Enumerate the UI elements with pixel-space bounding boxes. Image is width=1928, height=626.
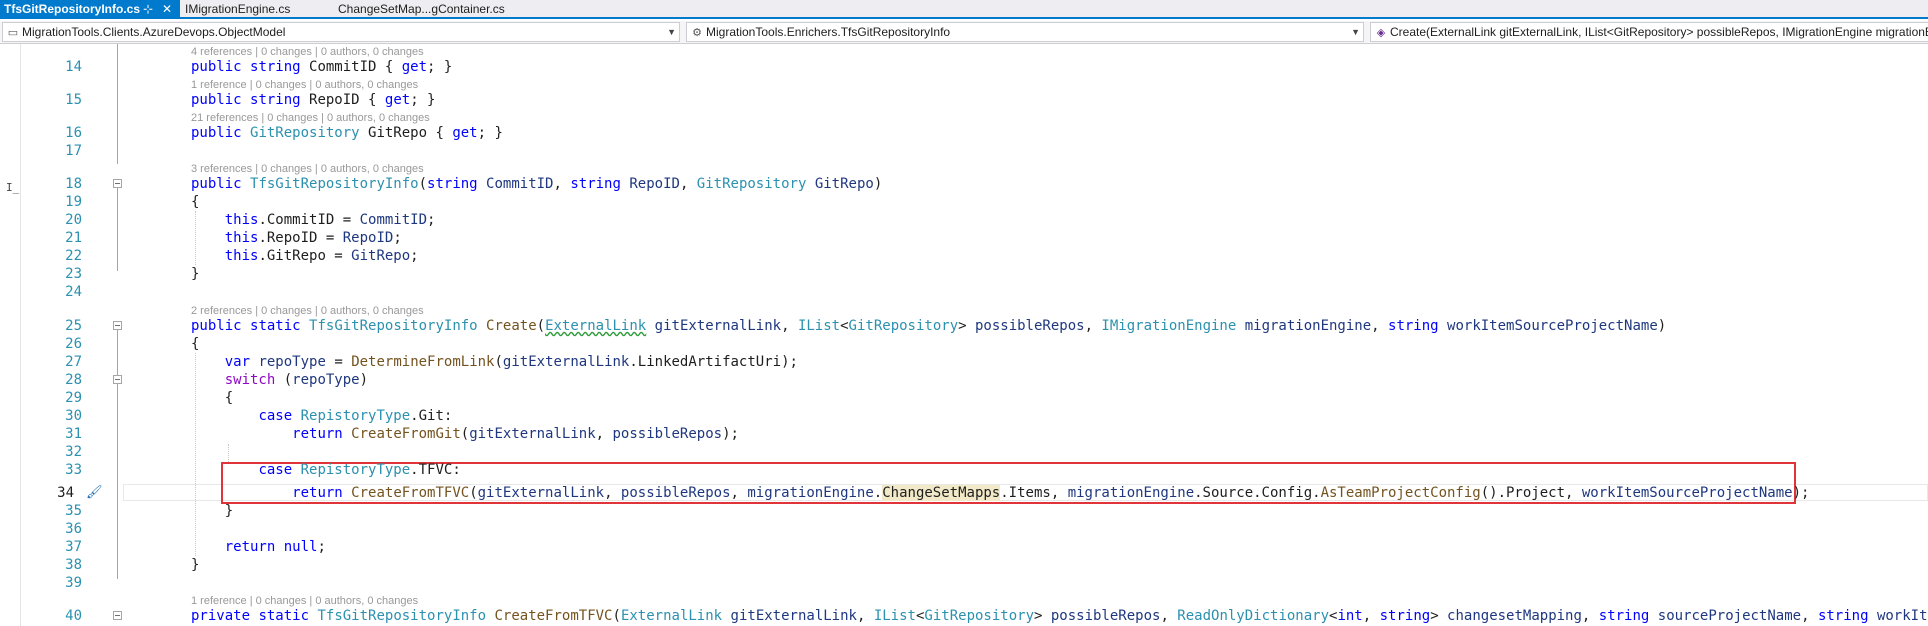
- line-number: 29: [65, 390, 82, 406]
- line-number: 21: [65, 230, 82, 246]
- line-number: 17: [65, 143, 82, 159]
- outline-line: [117, 384, 118, 579]
- line-number: 37: [65, 539, 82, 555]
- tab-changesetmappingcontainer[interactable]: ChangeSetMap...gContainer.cs: [334, 0, 544, 19]
- document-tab-bar: TfsGitRepositoryInfo.cs ⊹ ✕ IMigrationEn…: [0, 0, 1928, 19]
- member-dropdown[interactable]: ◈ Create(ExternalLink gitExternalLink, IL…: [1370, 22, 1928, 42]
- code-line-27: var repoType = DetermineFromLink(gitExte…: [224, 354, 798, 370]
- outline-line: [117, 330, 118, 380]
- collapse-toggle[interactable]: [113, 321, 122, 330]
- codelens[interactable]: 1 reference | 0 changes | 0 authors, 0 c…: [191, 78, 418, 92]
- line-number: 33: [65, 462, 82, 478]
- code-line-34: return CreateFromTFVC(gitExternalLink, p…: [292, 485, 1810, 501]
- line-number: 18: [65, 176, 82, 192]
- code-line-26: {: [191, 336, 200, 352]
- chevron-down-icon: ▼: [1351, 27, 1360, 37]
- codelens[interactable]: 21 references | 0 changes | 0 authors, 0…: [191, 111, 430, 125]
- tab-label: ChangeSetMap...gContainer.cs: [338, 2, 505, 16]
- code-line-18: public TfsGitRepositoryInfo(string Commi…: [191, 176, 883, 192]
- highlighted-symbol: ChangeSetMapps: [882, 485, 1001, 501]
- codelens[interactable]: 2 references | 0 changes | 0 authors, 0 …: [191, 304, 424, 318]
- line-number: 15: [65, 92, 82, 108]
- project-dropdown[interactable]: ▭ MigrationTools.Clients.AzureDevops.Obje…: [2, 22, 680, 42]
- collapse-toggle[interactable]: [113, 179, 122, 188]
- tab-label: TfsGitRepositoryInfo.cs: [4, 2, 141, 16]
- line-number: 26: [65, 336, 82, 352]
- codelens[interactable]: 4 references | 0 changes | 0 authors, 0 …: [191, 45, 424, 59]
- line-number: 35: [65, 503, 82, 519]
- code-line-35: }: [191, 503, 234, 519]
- code-line-25: public static TfsGitRepositoryInfo Creat…: [191, 318, 1667, 334]
- line-number: 39: [65, 575, 82, 591]
- line-number: 14: [65, 59, 82, 75]
- line-number: 27: [65, 354, 82, 370]
- type-dropdown[interactable]: ⚙ MigrationTools.Enrichers.TfsGitReposito…: [686, 22, 1364, 42]
- code-line-14: public string CommitID { get; }: [191, 59, 453, 75]
- code-editor[interactable]: I̲ 14 15 16 17 18 19 20 21 22 23 24 25 2…: [0, 44, 1928, 626]
- close-icon[interactable]: ✕: [162, 0, 172, 19]
- line-number: 31: [65, 426, 82, 442]
- line-number: 32: [65, 444, 82, 460]
- line-number: 28: [65, 372, 82, 388]
- navigation-bar: ▭ MigrationTools.Clients.AzureDevops.Obje…: [0, 21, 1928, 44]
- tab-imigrationengine[interactable]: IMigrationEngine.cs: [180, 0, 330, 19]
- code-line-20: this.CommitID = CommitID;: [224, 212, 436, 228]
- code-line-16: public GitRepository GitRepo { get; }: [191, 125, 503, 141]
- code-line-23: }: [191, 266, 200, 282]
- line-number: 24: [65, 284, 82, 300]
- text-caret-icon: I̲: [6, 181, 20, 194]
- code-line-30: case RepistoryType.Git:: [258, 408, 453, 424]
- code-line-28: switch (repoType): [224, 372, 369, 388]
- line-number: 38: [65, 557, 82, 573]
- code-line-19: {: [191, 194, 200, 210]
- code-line-37: return null;: [224, 539, 326, 555]
- line-number: 30: [65, 408, 82, 424]
- type-label: MigrationTools.Enrichers.TfsGitRepositor…: [706, 25, 951, 39]
- code-line-38: }: [191, 557, 200, 573]
- class-icon: ⚙: [692, 27, 702, 39]
- line-number: 22: [65, 248, 82, 264]
- outline-line: [117, 44, 118, 164]
- project-label: MigrationTools.Clients.AzureDevops.Objec…: [22, 25, 286, 39]
- indicator-margin: [0, 44, 21, 626]
- line-number: 23: [65, 266, 82, 282]
- tab-tfsgitrepositoryinfo[interactable]: TfsGitRepositoryInfo.cs ⊹ ✕: [0, 0, 180, 19]
- code-line-40: private static TfsGitRepositoryInfo Crea…: [191, 608, 1928, 624]
- line-number: 25: [65, 318, 82, 334]
- code-line-29: {: [191, 390, 234, 406]
- line-number: 20: [65, 212, 82, 228]
- quick-actions-icon[interactable]: 🖌: [86, 485, 103, 500]
- line-number: 16: [65, 125, 82, 141]
- project-icon: ▭: [7, 27, 19, 39]
- codelens[interactable]: 1 reference | 0 changes | 0 authors, 0 c…: [191, 594, 418, 608]
- pin-icon[interactable]: ⊹: [143, 0, 153, 19]
- code-line-31: return CreateFromGit(gitExternalLink, po…: [292, 426, 739, 442]
- code-line-22: this.GitRepo = GitRepo;: [224, 248, 419, 264]
- line-number-current: 34: [57, 485, 74, 501]
- codelens[interactable]: 3 references | 0 changes | 0 authors, 0 …: [191, 162, 424, 176]
- code-line-15: public string RepoID { get; }: [191, 92, 436, 108]
- line-number: 36: [65, 521, 82, 537]
- tab-label: IMigrationEngine.cs: [185, 2, 291, 16]
- line-number: 40: [65, 608, 82, 624]
- code-line-33: case RepistoryType.TFVC:: [258, 462, 461, 478]
- line-number: 19: [65, 194, 82, 210]
- collapse-toggle[interactable]: [113, 611, 122, 620]
- outline-line: [117, 188, 118, 271]
- code-line-21: this.RepoID = RepoID;: [224, 230, 402, 246]
- collapse-toggle[interactable]: [113, 375, 122, 384]
- member-label: Create(ExternalLink gitExternalLink, ILi…: [1390, 25, 1928, 39]
- indent-guide: [228, 444, 229, 462]
- method-icon: ◈: [1376, 27, 1386, 39]
- chevron-down-icon: ▼: [667, 27, 676, 37]
